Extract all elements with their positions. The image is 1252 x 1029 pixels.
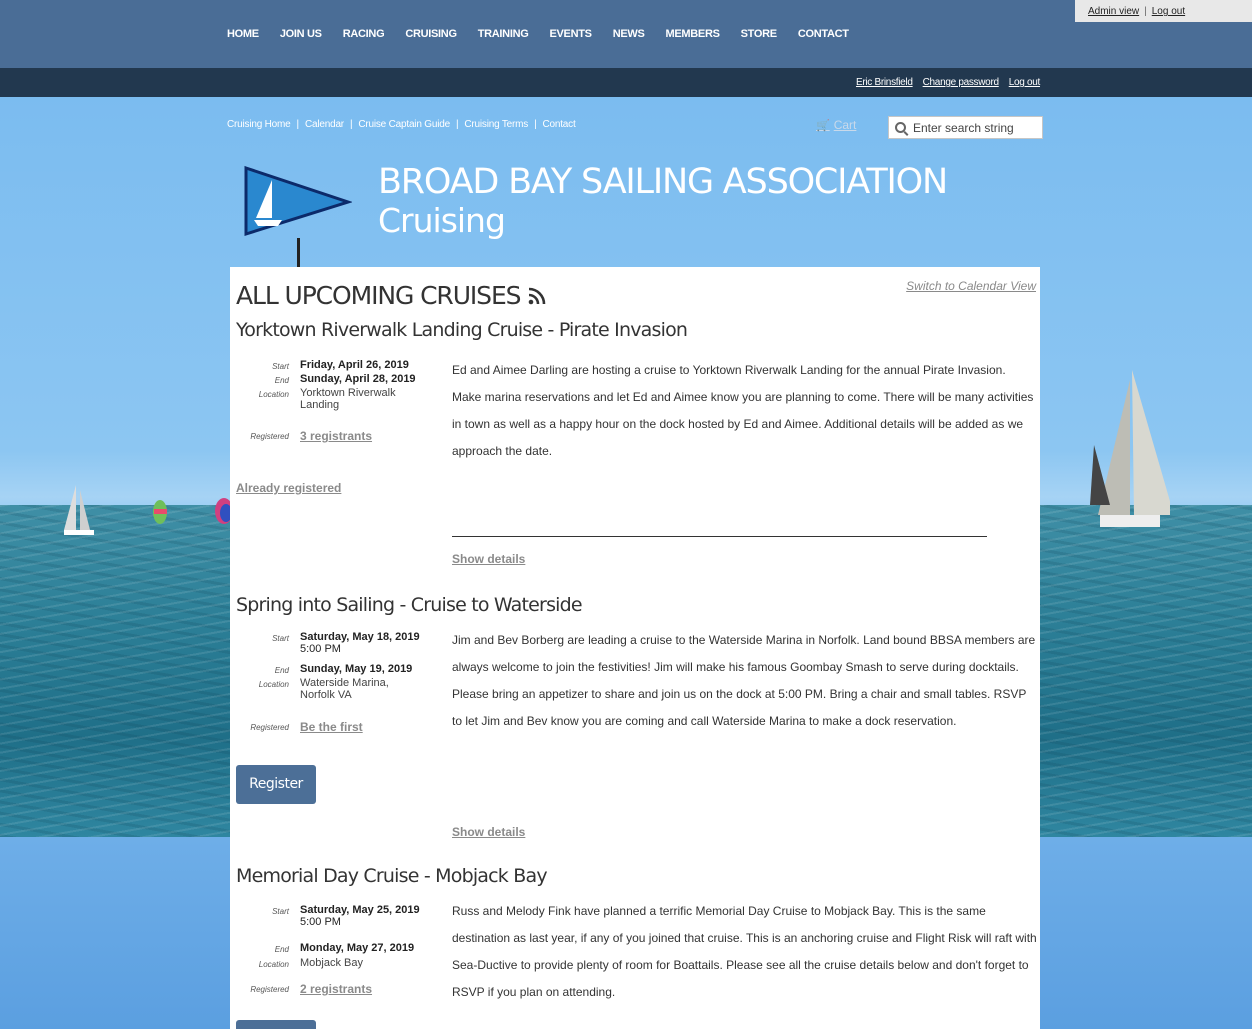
meta-label-registered: Registered: [250, 723, 289, 732]
event-title[interactable]: Spring into Sailing - Cruise to Watersid…: [236, 594, 583, 616]
meta-label-end: End: [274, 945, 289, 954]
location: Yorktown Riverwalk Landing: [300, 387, 396, 411]
start-time: 5:00 PM: [300, 916, 341, 928]
registrants-link[interactable]: 3 registrants: [300, 429, 372, 443]
subnav-separator: |: [534, 119, 537, 130]
cart-link[interactable]: 🛒 Cart: [816, 118, 856, 132]
meta-label-end: End: [274, 376, 289, 385]
meta-label-location: Location: [258, 680, 289, 689]
start-date: Saturday, May 18, 2019 5:00 PM: [300, 631, 430, 655]
cart-label: Cart: [833, 118, 857, 132]
end-date: Sunday, May 19, 2019: [300, 663, 413, 675]
location: Waterside Marina, Norfolk VA: [300, 677, 389, 701]
registrants-link[interactable]: 2 registrants: [300, 982, 372, 996]
meta-label-start: Start: [272, 634, 289, 643]
nav-join-us[interactable]: JOIN US: [280, 28, 322, 40]
subnav-cruising-terms[interactable]: Cruising Terms: [464, 119, 528, 130]
subnav-calendar[interactable]: Calendar: [305, 119, 344, 130]
location: Mobjack Bay: [300, 957, 363, 969]
site-title: BROAD BAY SAILING ASSOCIATION: [378, 162, 948, 202]
nav-store[interactable]: STORE: [741, 28, 778, 40]
search-box[interactable]: Enter search string: [888, 116, 1043, 139]
event-title[interactable]: Yorktown Riverwalk Landing Cruise - Pira…: [236, 319, 688, 341]
meta-label-start: Start: [272, 907, 289, 916]
cart-icon: 🛒: [816, 119, 830, 132]
event-description: Russ and Melody Fink have planned a terr…: [452, 904, 1037, 999]
user-links: Eric Brinsfield Change password Log out: [846, 77, 1040, 88]
registered-wrap: 2 registrants: [300, 983, 430, 996]
nav-events[interactable]: EVENTS: [549, 28, 592, 40]
subnav-separator: |: [296, 119, 300, 130]
meta-label-location: Location: [258, 390, 289, 399]
meta-label-end: End: [274, 666, 289, 675]
nav-news[interactable]: NEWS: [613, 28, 645, 40]
sailboat-image-left: [64, 485, 94, 535]
meta-label-registered: Registered: [250, 432, 289, 441]
user-profile-link[interactable]: Eric Brinsfield: [856, 77, 913, 88]
subnav-separator: |: [455, 119, 459, 130]
subnav-cruise-captain-guide[interactable]: Cruise Captain Guide: [358, 119, 450, 130]
page-title: ALL UPCOMING CRUISES: [236, 281, 546, 310]
spinnaker-image: [153, 500, 167, 524]
nav-cruising[interactable]: CRUISING: [405, 28, 457, 40]
main-content: ALL UPCOMING CRUISES Switch to Calendar …: [230, 267, 1040, 1029]
main-menu: HOME JOIN US RACING CRUISING TRAINING EV…: [227, 28, 870, 40]
register-button[interactable]: Register: [236, 765, 316, 804]
nav-members[interactable]: MEMBERS: [666, 28, 720, 40]
event-description: Jim and Bev Borberg are leading a cruise…: [452, 633, 1036, 728]
meta-label-start: Start: [272, 362, 289, 371]
change-password-link[interactable]: Change password: [923, 77, 999, 88]
site-subtitle: Cruising: [378, 201, 506, 240]
subnav-contact[interactable]: Contact: [542, 119, 575, 130]
top-navigation-bar: HOME JOIN US RACING CRUISING TRAINING EV…: [0, 0, 1252, 68]
be-the-first-link[interactable]: Be the first: [300, 720, 363, 734]
start-date: Friday, April 26, 2019: [300, 359, 409, 371]
end-date: Sunday, April 28, 2019: [300, 373, 416, 385]
admin-view-link[interactable]: Admin view: [1088, 6, 1139, 17]
burgee-logo-icon: [244, 165, 352, 270]
switch-calendar-view-link[interactable]: Switch to Calendar View: [906, 279, 1036, 293]
nav-contact[interactable]: CONTACT: [798, 28, 849, 40]
search-icon: [895, 122, 906, 133]
registered-wrap: 3 registrants: [300, 430, 430, 443]
event-description: Ed and Aimee Darling are hosting a cruis…: [452, 363, 1034, 458]
meta-label-location: Location: [258, 960, 289, 969]
already-registered-link[interactable]: Already registered: [236, 481, 341, 495]
nav-training[interactable]: TRAINING: [478, 28, 529, 40]
subnav-cruising-home[interactable]: Cruising Home: [227, 119, 291, 130]
start-date: Saturday, May 25, 2019 5:00 PM: [300, 904, 430, 928]
nav-racing[interactable]: RACING: [343, 28, 385, 40]
user-bar: Eric Brinsfield Change password Log out: [0, 68, 1252, 97]
nav-home[interactable]: HOME: [227, 28, 259, 40]
page-title-text: ALL UPCOMING CRUISES: [236, 281, 522, 310]
divider: [452, 536, 987, 537]
start-date-text: Saturday, May 25, 2019: [300, 904, 420, 916]
spinnaker-image-2: [215, 498, 230, 524]
subnav-separator: |: [349, 119, 353, 130]
admin-bar: Admin view | Log out: [1075, 0, 1252, 22]
admin-separator: |: [1144, 6, 1147, 17]
register-button-partial[interactable]: [236, 1020, 316, 1029]
start-date-text: Saturday, May 18, 2019: [300, 631, 420, 643]
site-header: BROAD BAY SAILING ASSOCIATION Cruising: [378, 162, 948, 240]
admin-logout-link[interactable]: Log out: [1152, 6, 1185, 17]
event-title[interactable]: Memorial Day Cruise - Mobjack Bay: [236, 865, 548, 887]
cruising-subnav: Cruising Home | Calendar | Cruise Captai…: [227, 119, 576, 130]
meta-label-registered: Registered: [250, 985, 289, 994]
end-date: Monday, May 27, 2019: [300, 942, 415, 954]
rss-feed-icon[interactable]: [528, 287, 546, 305]
start-time: 5:00 PM: [300, 643, 341, 655]
registered-wrap: Be the first: [300, 721, 430, 734]
sailboat-image-right: [1090, 370, 1170, 527]
show-details-link[interactable]: Show details: [452, 825, 525, 839]
show-details-link[interactable]: Show details: [452, 552, 525, 566]
logout-link[interactable]: Log out: [1009, 77, 1041, 88]
search-input[interactable]: Enter search string: [913, 121, 1014, 135]
